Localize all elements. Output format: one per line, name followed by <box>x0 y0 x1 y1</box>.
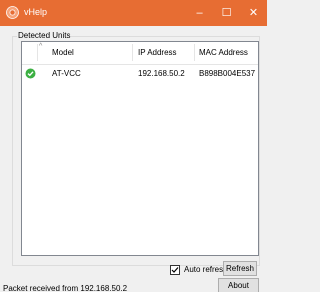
auto-refresh-checkbox[interactable] <box>170 265 180 275</box>
app-logo-icon <box>6 6 19 19</box>
column-header-mac[interactable]: MAC Address <box>199 48 248 57</box>
vhelp-window: vHelp – ☐ ✕ Detected Units ^ Model IP Ad… <box>0 0 267 292</box>
status-text: Packet received from 192.168.50.2 <box>3 284 128 292</box>
title-bar[interactable]: vHelp – ☐ ✕ <box>0 0 267 26</box>
cell-model: AT-VCC <box>52 69 81 78</box>
refresh-button[interactable]: Refresh <box>223 261 257 276</box>
checkmark-icon <box>171 267 179 273</box>
window-title: vHelp <box>24 7 48 17</box>
group-label: Detected Units <box>17 31 72 40</box>
cell-mac: B898B004E537 <box>199 69 256 78</box>
close-button[interactable]: ✕ <box>240 0 267 26</box>
maximize-button[interactable]: ☐ <box>213 0 240 26</box>
cell-ip: 192.168.50.2 <box>138 69 185 78</box>
column-header-ip[interactable]: IP Address <box>138 48 177 57</box>
minimize-button[interactable]: – <box>186 0 213 26</box>
list-header: ^ Model IP Address MAC Address <box>22 42 258 65</box>
column-separator[interactable] <box>37 44 38 61</box>
sort-indicator-icon: ^ <box>39 43 43 50</box>
about-button[interactable]: About <box>218 278 259 292</box>
column-header-model[interactable]: Model <box>52 48 74 57</box>
green-check-icon <box>25 68 36 79</box>
column-separator[interactable] <box>194 44 195 61</box>
auto-refresh-label: Auto refresh <box>184 265 228 274</box>
units-list[interactable]: ^ Model IP Address MAC Address AT-VCC 19… <box>21 41 259 256</box>
column-separator[interactable] <box>132 44 133 61</box>
list-item[interactable]: AT-VCC 192.168.50.2 B898B004E537 <box>22 68 258 80</box>
